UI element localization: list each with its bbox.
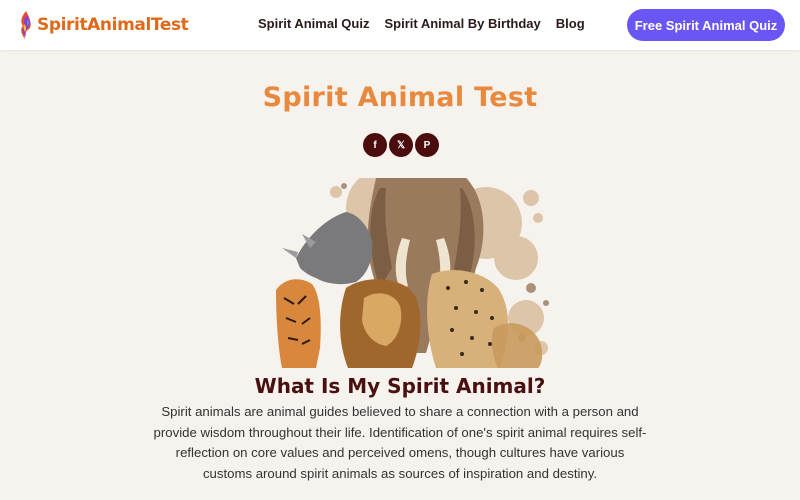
free-quiz-button[interactable]: Free Spirit Animal Quiz (627, 9, 785, 41)
facebook-icon: f (373, 139, 377, 151)
nav-spirit-animal-by-birthday[interactable]: Spirit Animal By Birthday (384, 16, 540, 31)
section-heading: What Is My Spirit Animal? (254, 374, 546, 398)
site-header: SpiritAnimalTest Spirit Animal Quiz Spir… (0, 0, 800, 50)
x-share-button[interactable]: 𝕏 (389, 133, 413, 157)
flame-logo-icon (21, 11, 31, 39)
main-nav: Spirit Animal Quiz Spirit Animal By Birt… (258, 16, 585, 31)
page-title: Spirit Animal Test (262, 82, 538, 113)
nav-blog[interactable]: Blog (556, 16, 585, 31)
pinterest-share-button[interactable]: P (415, 133, 439, 157)
share-buttons: f 𝕏 P (363, 133, 439, 157)
site-logo[interactable]: SpiritAnimalTest (18, 9, 189, 41)
intro-paragraph: Spirit animals are animal guides believe… (153, 404, 647, 481)
nav-spirit-animal-quiz[interactable]: Spirit Animal Quiz (258, 16, 369, 31)
animals-collage-image (276, 178, 549, 368)
logo-text: SpiritAnimalTest (37, 15, 189, 35)
pinterest-icon: P (423, 139, 431, 151)
facebook-share-button[interactable]: f (363, 133, 387, 157)
x-icon: 𝕏 (396, 139, 406, 151)
